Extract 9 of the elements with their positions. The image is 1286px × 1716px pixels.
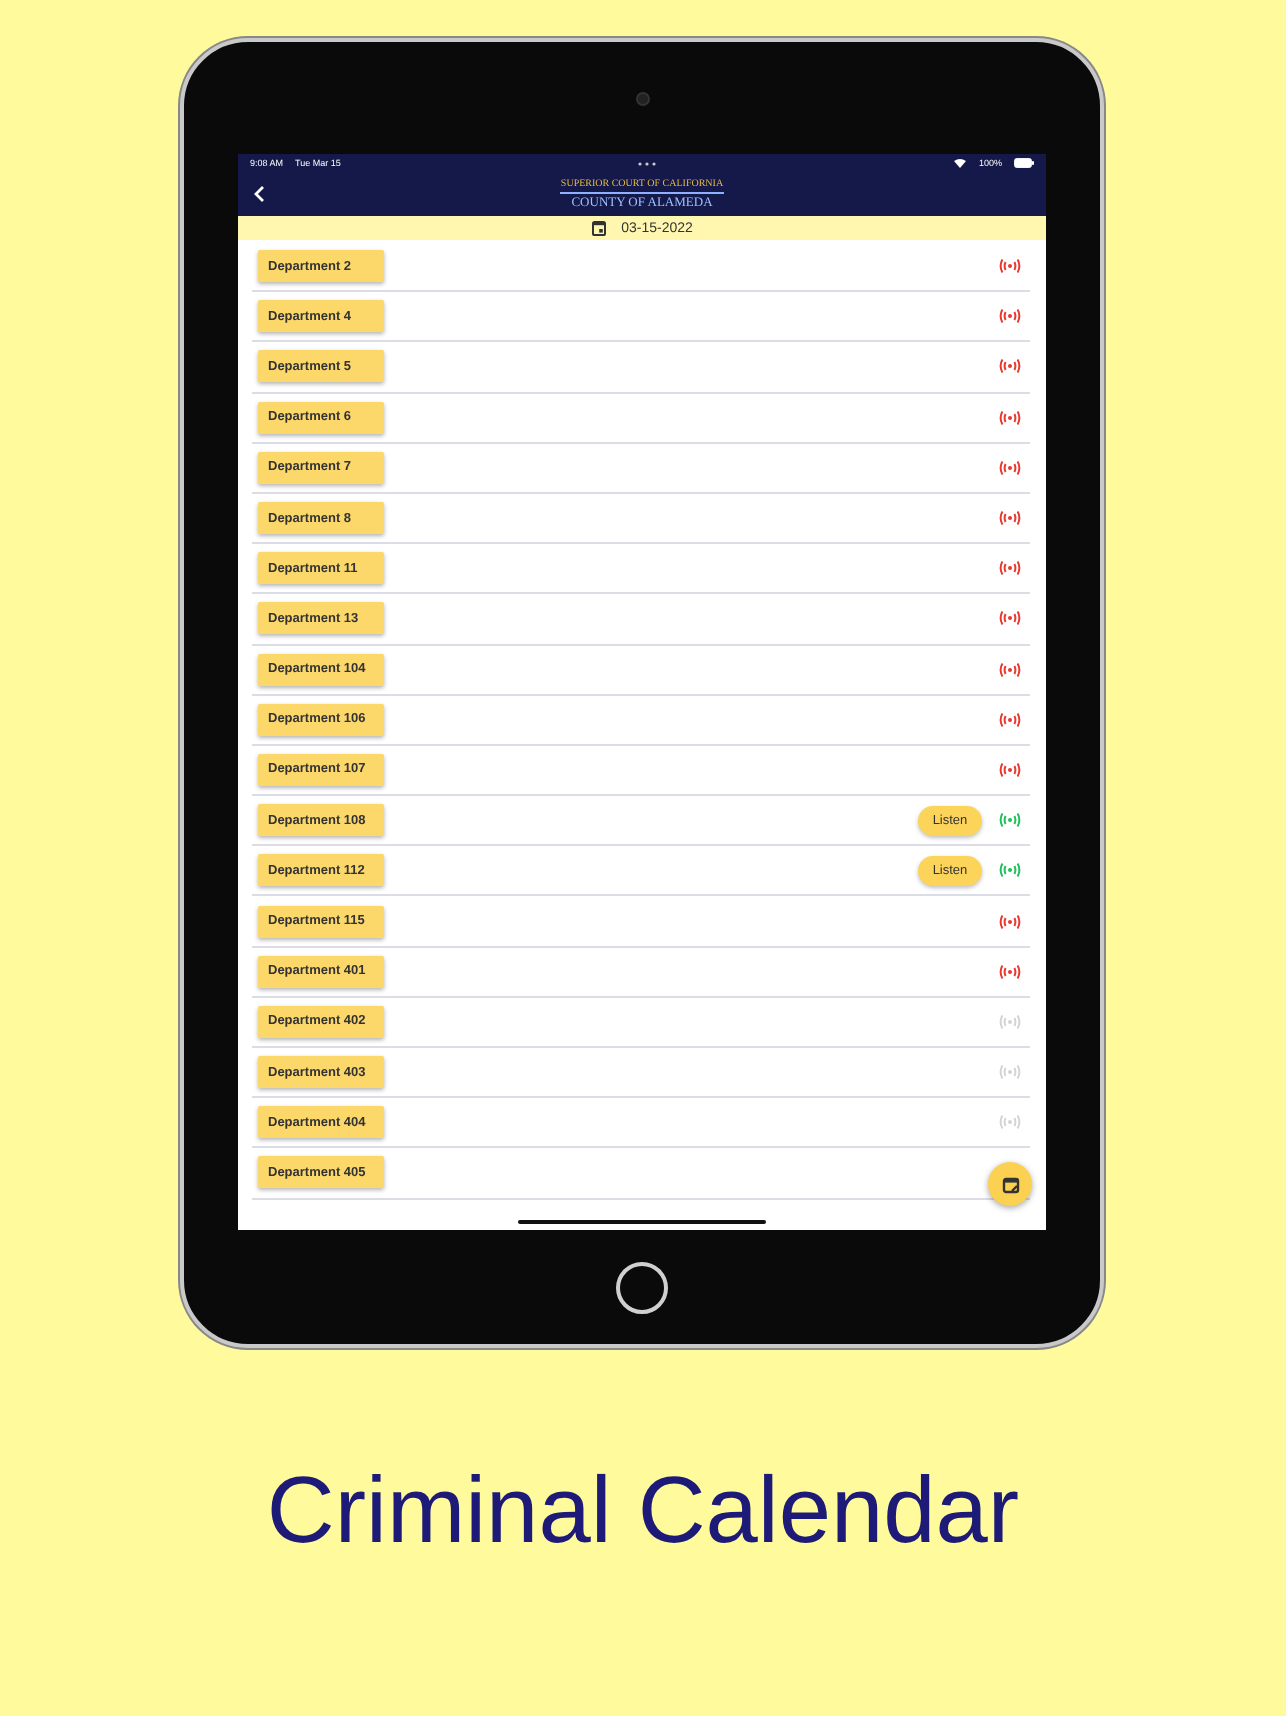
caption: Criminal Calendar [266, 1454, 1020, 1564]
calendar-icon[interactable] [591, 220, 606, 236]
back-icon[interactable] [250, 184, 270, 204]
calendar-edit-icon [1001, 1175, 1019, 1193]
wifi-icon [954, 158, 967, 168]
camera-icon [635, 91, 649, 105]
calendar-edit-button[interactable] [988, 1162, 1032, 1206]
home-button[interactable] [616, 1261, 668, 1313]
battery-icon [1014, 158, 1034, 168]
